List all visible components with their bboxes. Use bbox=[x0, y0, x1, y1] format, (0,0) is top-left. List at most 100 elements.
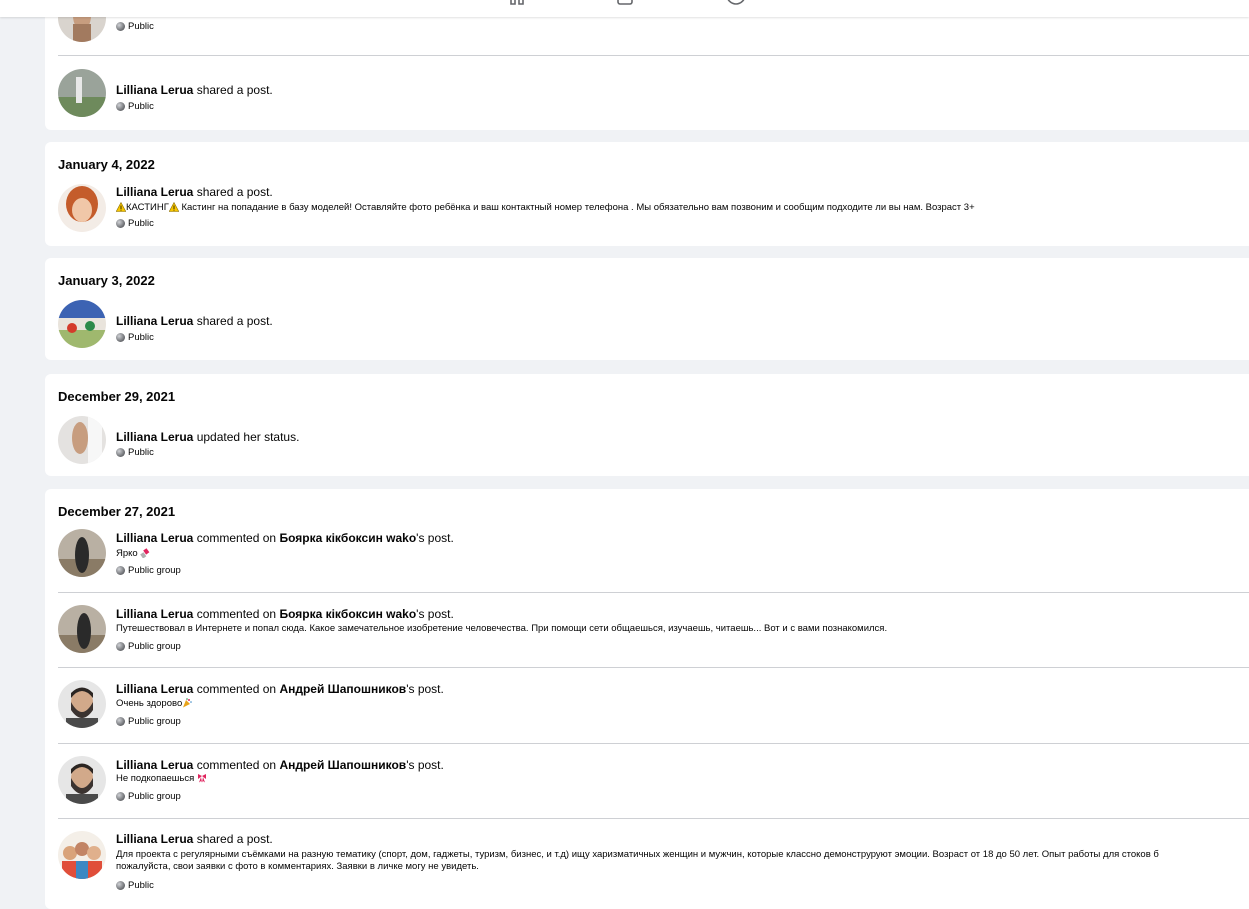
activity-section-january-3: January 3, 2022 Lilliana Lerua shared a … bbox=[45, 258, 1249, 360]
lipstick-icon bbox=[140, 548, 150, 559]
actor-link[interactable]: Lilliana Lerua bbox=[116, 314, 193, 328]
activity-text: Lilliana Lerua commented on Андрей Шапош… bbox=[116, 682, 444, 696]
activity-row[interactable]: Lilliana Lerua shared a post. Public bbox=[45, 56, 1249, 130]
post-body-text: КАСТИНГ Кастинг на попадание в базу моде… bbox=[116, 202, 975, 214]
activity-row[interactable]: Lilliana Lerua commented on Боярка кікбо… bbox=[45, 593, 1249, 668]
globe-icon bbox=[116, 566, 125, 575]
section-date: December 27, 2021 bbox=[58, 504, 176, 519]
globe-icon bbox=[116, 792, 125, 801]
comment-body: Очень здорово bbox=[116, 698, 183, 709]
party-popper-icon bbox=[183, 698, 193, 708]
activity-text: Lilliana Lerua shared a post. bbox=[116, 314, 273, 328]
section-date: December 29, 2021 bbox=[58, 389, 176, 404]
globe-icon bbox=[116, 448, 125, 457]
action-text: updated her status. bbox=[196, 430, 300, 444]
globe-icon bbox=[116, 22, 125, 31]
target-link[interactable]: Боярка кікбоксин wako bbox=[279, 607, 416, 621]
activity-row[interactable]: Lilliana Lerua commented on Андрей Шапош… bbox=[45, 744, 1249, 819]
activity-row[interactable]: Lilliana Lerua updated her status. Publi… bbox=[45, 412, 1249, 476]
section-date: January 3, 2022 bbox=[58, 273, 155, 288]
action-text: commented on bbox=[196, 758, 277, 772]
avatar[interactable] bbox=[58, 605, 106, 653]
activity-text: Lilliana Lerua shared a post. bbox=[116, 832, 273, 846]
action-text: commented on bbox=[196, 682, 277, 696]
action-text: commented on bbox=[196, 607, 277, 621]
action-text: shared a post. bbox=[196, 83, 273, 97]
actor-link[interactable]: Lilliana Lerua bbox=[116, 758, 193, 772]
actor-link[interactable]: Lilliana Lerua bbox=[116, 430, 193, 444]
comment-text: Очень здорово bbox=[116, 698, 193, 710]
avatar[interactable] bbox=[58, 184, 106, 232]
actor-link[interactable]: Lilliana Lerua bbox=[116, 682, 193, 696]
post-body-line-1: Для проекта с регулярными съёмками на ра… bbox=[116, 849, 1159, 860]
target-link[interactable]: Андрей Шапошников bbox=[279, 758, 406, 772]
comment-text: Путешествовал в Интернете и попал сюда. … bbox=[116, 623, 888, 634]
warning-icon bbox=[168, 202, 179, 213]
globe-icon bbox=[116, 333, 125, 342]
actor-link[interactable]: Lilliana Lerua bbox=[116, 531, 193, 545]
globe-icon bbox=[116, 102, 125, 111]
actor-link[interactable]: Lilliana Lerua bbox=[116, 185, 193, 199]
avatar[interactable] bbox=[58, 831, 106, 879]
body-rest: Кастинг на попадание в базу моделей! Ост… bbox=[178, 202, 975, 213]
action-suffix: 's post. bbox=[416, 607, 454, 621]
activity-text: Lilliana Lerua commented on Боярка кікбо… bbox=[116, 531, 454, 545]
top-navigation-bar bbox=[0, 0, 1249, 17]
action-text: commented on bbox=[196, 531, 277, 545]
audience-text: Public bbox=[128, 880, 154, 891]
target-link[interactable]: Боярка кікбоксин wako bbox=[279, 531, 416, 545]
activity-section-january-4: January 4, 2022 Lilliana Lerua shared a … bbox=[45, 142, 1249, 246]
video-icon[interactable] bbox=[617, 0, 637, 6]
activity-row[interactable]: Lilliana Lerua shared a post. Public bbox=[45, 296, 1249, 360]
avatar[interactable] bbox=[58, 416, 106, 464]
home-icon[interactable] bbox=[507, 0, 527, 6]
activity-row[interactable]: Lilliana Lerua shared a post. Для проект… bbox=[45, 819, 1249, 909]
activity-section-december-29: December 29, 2021 Lilliana Lerua updated… bbox=[45, 374, 1249, 476]
actor-link[interactable]: Lilliana Lerua bbox=[116, 607, 193, 621]
activity-row[interactable]: Lilliana Lerua commented on Андрей Шапош… bbox=[45, 668, 1249, 744]
actor-link[interactable]: Lilliana Lerua bbox=[116, 83, 193, 97]
activity-text: Lilliana Lerua shared a post. bbox=[116, 185, 273, 199]
audience-text: Public group bbox=[128, 791, 181, 802]
audience-text: Public bbox=[128, 218, 154, 229]
activity-row[interactable]: Lilliana Lerua commented on Боярка кікбо… bbox=[45, 527, 1249, 593]
comment-text: Не подкопаешься bbox=[116, 773, 207, 785]
action-text: shared a post. bbox=[196, 314, 273, 328]
activity-text: Lilliana Lerua commented on Андрей Шапош… bbox=[116, 758, 444, 772]
avatar[interactable] bbox=[58, 680, 106, 728]
audience-text: Public bbox=[128, 21, 154, 32]
comment-body: Не подкопаешься bbox=[116, 773, 195, 784]
audience-label: Public group bbox=[116, 716, 181, 727]
avatar[interactable] bbox=[58, 756, 106, 804]
warning-icon bbox=[116, 202, 126, 213]
action-suffix: 's post. bbox=[406, 758, 444, 772]
activity-log-feed[interactable]: Public Lilliana Lerua shared a post. Pub… bbox=[0, 0, 1249, 909]
actor-link[interactable]: Lilliana Lerua bbox=[116, 832, 193, 846]
audience-label: Public bbox=[116, 447, 154, 458]
audience-text: Public group bbox=[128, 641, 181, 652]
globe-icon bbox=[116, 881, 125, 890]
audience-label: Public bbox=[116, 218, 154, 229]
audience-text: Public group bbox=[128, 565, 181, 576]
globe-icon bbox=[116, 717, 125, 726]
action-text: shared a post. bbox=[196, 832, 273, 846]
audience-label: Public group bbox=[116, 641, 181, 652]
body-prefix: КАСТИНГ bbox=[126, 202, 169, 213]
audience-text: Public bbox=[128, 332, 154, 343]
globe-icon bbox=[116, 642, 125, 651]
clock-icon[interactable] bbox=[726, 0, 746, 6]
audience-label: Public group bbox=[116, 791, 181, 802]
target-link[interactable]: Андрей Шапошников bbox=[279, 682, 406, 696]
avatar[interactable] bbox=[58, 529, 106, 577]
audience-label: Public bbox=[116, 101, 154, 112]
comment-body: Ярко bbox=[116, 548, 138, 559]
audience-text: Public bbox=[128, 101, 154, 112]
comment-text: Ярко bbox=[116, 548, 150, 560]
audience-text: Public bbox=[128, 447, 154, 458]
avatar[interactable] bbox=[58, 69, 106, 117]
avatar[interactable] bbox=[58, 300, 106, 348]
ribbon-icon bbox=[197, 774, 206, 783]
activity-row[interactable]: Lilliana Lerua shared a post. КАСТИНГ Ка… bbox=[45, 180, 1249, 246]
action-suffix: 's post. bbox=[406, 682, 444, 696]
audience-label: Public bbox=[116, 332, 154, 343]
